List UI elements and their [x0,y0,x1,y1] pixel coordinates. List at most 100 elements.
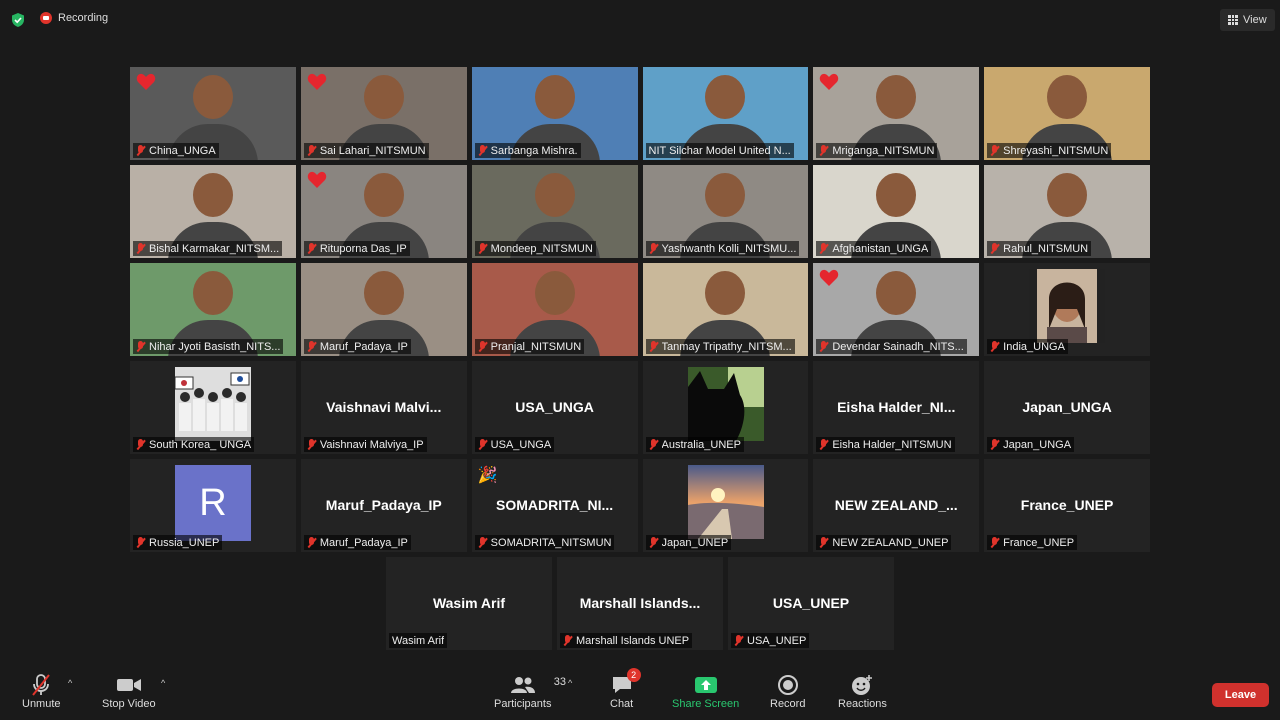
chat-button[interactable]: 2 Chat [610,668,641,710]
stop-video-button[interactable]: Stop Video [102,672,156,710]
participant-tile[interactable]: Rituporna Das_IP [300,165,467,258]
muted-microphone-icon [819,439,828,450]
profile-picture [687,465,764,539]
participant-name-label: USA_UNGA [474,437,555,452]
participants-icon [510,677,535,693]
participant-tile[interactable]: South Korea_ UNGA [130,361,296,454]
participant-tile[interactable]: Yashwanth Kolli_NITSMU... [642,165,809,258]
participants-caret-icon[interactable]: ^ [568,678,572,688]
participant-name-label: Sarbanga Mishra. [474,143,581,158]
participant-name-label: Shreyashi_NITSMUN [987,143,1112,158]
recording-indicator[interactable]: Recording [40,12,108,24]
participant-name: Maruf_Padaya_IP [319,536,408,549]
participant-tile[interactable]: Afghanistan_UNGA [813,165,980,258]
participant-tile[interactable]: Maruf_Padaya_IP Maruf_Padaya_IP [300,459,467,552]
participant-name: NIT Silchar Model United N... [648,144,791,157]
participant-name-label: South Korea_ UNGA [133,437,255,452]
participant-tile[interactable]: Vaishnavi Malvi... Vaishnavi Malviya_IP [300,361,467,454]
participant-tile[interactable]: Mriganga_NITSMUN [813,67,980,160]
participant-display-name: USA_UNGA [515,399,594,415]
participant-name: Rituporna Das_IP [319,242,407,255]
participants-count: 33 [553,676,566,688]
participant-name-label: Nihar Jyoti Basisth_NITS... [133,339,284,354]
participant-tile[interactable]: France_UNEP France_UNEP [984,459,1150,552]
muted-microphone-icon [307,243,316,254]
unmute-button[interactable]: Unmute [22,672,61,710]
video-options-caret-icon[interactable]: ^ [161,678,165,688]
participant-tile-active-speaker[interactable]: NIT Silchar Model United N... [642,67,809,160]
participants-button[interactable]: 33 Participants [494,672,566,710]
participant-tile[interactable]: USA_UNEP USA_UNEP [728,557,894,650]
participant-name-label: Russia_UNEP [133,535,223,550]
participant-tile[interactable]: Maruf_Padaya_IP [300,263,467,356]
participant-tile[interactable]: Bishal Karmakar_NITSM... [130,165,296,258]
record-button[interactable]: Record [770,672,805,710]
participant-tile[interactable]: SOMADRITA_NI... 🎉 SOMADRITA_NITSMUN [471,459,638,552]
muted-microphone-icon [307,439,316,450]
party-popper-reaction-icon: 🎉 [477,467,498,484]
participant-name: USA_UNGA [490,438,552,451]
share-screen-button[interactable]: Share Screen [672,672,739,710]
chat-label: Chat [610,698,634,710]
participant-name-label: Rahul_NITSMUN [987,241,1092,256]
participant-name-label: NIT Silchar Model United N... [645,143,794,158]
avatar-initial: R [175,465,252,541]
participant-display-name: SOMADRITA_NI... [495,497,614,513]
participant-tile[interactable]: Pranjal_NITSMUN [471,263,638,356]
reactions-button[interactable]: Reactions [838,672,887,710]
leave-button[interactable]: Leave [1212,683,1269,707]
participant-tile[interactable]: Japan_UNGA Japan_UNGA [984,361,1150,454]
participant-name-label: Mondeep_NITSMUN [474,241,596,256]
participant-tile[interactable]: Mondeep_NITSMUN [471,165,638,258]
muted-microphone-icon [478,537,487,548]
participant-name: Eisha Halder_NITSMUN [832,438,952,451]
share-screen-icon [694,677,717,693]
security-shield-icon[interactable] [11,13,25,27]
participant-tile[interactable]: Rahul_NITSMUN [984,165,1150,258]
participant-tile[interactable]: Japan_UNEP [642,459,809,552]
muted-microphone-icon [990,537,999,548]
participant-name: Maruf_Padaya_IP [319,340,408,353]
audio-options-caret-icon[interactable]: ^ [68,678,72,688]
reactions-label: Reactions [838,698,887,710]
participant-display-name: Eisha Halder_NI... [837,399,956,415]
participant-tile[interactable]: R Russia_UNEP [130,459,296,552]
participant-name: Afghanistan_UNGA [832,242,929,255]
muted-microphone-icon [734,635,743,646]
muted-microphone-icon [990,243,999,254]
participant-name-label: Eisha Halder_NITSMUN [816,437,955,452]
participant-tile[interactable]: Eisha Halder_NI... Eisha Halder_NITSMUN [813,361,980,454]
muted-microphone-icon [819,537,828,548]
participant-name-label: Bishal Karmakar_NITSM... [133,241,283,256]
muted-microphone-icon [136,341,145,352]
participant-name: Marshall Islands UNEP [576,634,690,647]
participant-name: SOMADRITA_NITSMUN [490,536,612,549]
participant-display-name: NEW ZEALAND_... [834,497,958,513]
participant-name: Pranjal_NITSMUN [490,340,582,353]
participant-tile[interactable]: USA_UNGA USA_UNGA [471,361,638,454]
muted-microphone-icon [819,145,828,156]
participant-tile[interactable]: Devendar Sainadh_NITS... [813,263,980,356]
view-button[interactable]: View [1220,9,1275,31]
recording-label: Recording [58,12,109,24]
participant-name: Australia_UNEP [661,438,741,451]
participant-display-name: Wasim Arif [432,595,506,611]
participant-tile[interactable]: China_UNGA [130,67,296,160]
profile-picture [687,367,764,441]
participant-name-label: Mriganga_NITSMUN [816,143,938,158]
profile-picture [1029,269,1106,343]
participant-name-label: Pranjal_NITSMUN [474,339,585,354]
participant-tile[interactable]: Marshall Islands... Marshall Islands UNEP [557,557,723,650]
participant-tile[interactable]: Sai Lahari_NITSMUN [300,67,467,160]
participant-tile[interactable]: Sarbanga Mishra. [471,67,638,160]
participant-tile[interactable]: Wasim Arif Wasim Arif [386,557,552,650]
participant-tile[interactable]: India_UNGA [984,263,1150,356]
participant-name-label: Vaishnavi Malviya_IP [303,437,427,452]
participant-display-name: Vaishnavi Malvi... [326,399,442,415]
participant-tile[interactable]: Nihar Jyoti Basisth_NITS... [130,263,296,356]
participant-tile[interactable]: Shreyashi_NITSMUN [984,67,1150,160]
participant-tile[interactable]: Tanmay Tripathy_NITSM... [642,263,809,356]
participant-tile[interactable]: Australia_UNEP [642,361,809,454]
participant-tile[interactable]: NEW ZEALAND_... NEW ZEALAND_UNEP [813,459,980,552]
muted-microphone-icon [136,243,145,254]
